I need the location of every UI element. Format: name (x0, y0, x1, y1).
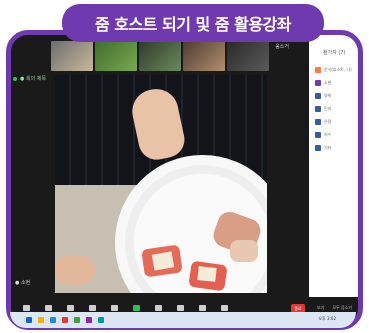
mic-icon (22, 304, 30, 311)
food-item (230, 240, 258, 262)
breakout-icon (176, 304, 184, 311)
participant-list-item[interactable]: 은정 (315, 119, 331, 125)
participant-thumbnail[interactable] (227, 41, 269, 71)
taskbar-app-icon[interactable] (50, 317, 56, 323)
taskbar-clock: 오후 3:02 (318, 316, 336, 321)
participant-thumbnail[interactable] (139, 41, 181, 71)
taskbar-app-icon[interactable] (74, 317, 80, 323)
taskbar-app-icon[interactable] (62, 317, 68, 323)
avatar-icon (315, 132, 321, 138)
participant-list-name: 민지 (324, 106, 332, 111)
participant-list-name: 준식(호스트, 나) (324, 67, 352, 72)
participant-thumbnails (51, 41, 269, 71)
meeting-status-text: ● 회의 제목 (20, 76, 46, 82)
share-screen-icon (132, 304, 140, 311)
participant-list-item[interactable]: 준식(호스트, 나) (315, 67, 352, 73)
video-icon (44, 304, 52, 311)
taskbar-app-icon[interactable] (98, 317, 104, 323)
banner-title: 줌 호스트 되기 및 줌 활용강좌 (95, 15, 292, 34)
participant-list-item[interactable]: 기타 (315, 145, 331, 151)
avatar-icon (315, 119, 321, 125)
participant-name: ● 소현 (15, 280, 31, 286)
participant-thumbnail[interactable] (183, 41, 225, 71)
meeting-status: ● 회의 제목 (13, 75, 46, 82)
taskbar: 오후 3:02 (10, 312, 356, 328)
zoom-meeting-area: 음소거 ● 회의 제목 ● 소현 (11, 35, 309, 297)
participant-thumbnail[interactable] (95, 41, 137, 71)
food-item (151, 251, 175, 271)
participant-list-name: 영희 (324, 93, 332, 98)
participant-list-item[interactable]: 지수 (315, 132, 331, 138)
people-icon (88, 304, 96, 311)
food-item (197, 266, 217, 282)
taskbar-app-icon[interactable] (86, 317, 92, 323)
course-banner: 줌 호스트 되기 및 줌 활용강좌 (62, 4, 324, 42)
participant-thumbnail[interactable] (51, 41, 93, 71)
participant-list-item[interactable]: 영희 (315, 93, 331, 99)
participant-list-name: 소현 (324, 80, 332, 85)
taskbar-app-icon[interactable] (26, 317, 32, 323)
shield-icon (66, 304, 74, 311)
avatar-icon (315, 93, 321, 99)
chat-icon (110, 304, 118, 311)
avatar-icon (315, 67, 321, 73)
reaction-icon (198, 304, 206, 311)
view-button[interactable]: 보기 (317, 305, 324, 311)
mute-all-button[interactable]: 모두 음소거 (332, 305, 352, 311)
avatar-icon (315, 80, 321, 86)
taskbar-app-icon[interactable] (38, 317, 44, 323)
screen-frame: 음소거 ● 회의 제목 ● 소현 참가자 (7) 준식(호스트, 나) 소현영희민… (6, 30, 363, 330)
participant-list-item[interactable]: 소현 (315, 80, 331, 86)
participants-panel: 참가자 (7) 준식(호스트, 나) 소현영희민지은정지수기타 (309, 35, 358, 297)
hand-scene (55, 255, 95, 285)
more-icon (220, 304, 228, 311)
main-video[interactable] (55, 75, 267, 293)
participant-list-name: 은정 (324, 119, 332, 124)
participant-list-name: 기타 (324, 145, 332, 150)
avatar-icon (315, 106, 321, 112)
mute-label: 음소거 (275, 44, 289, 50)
participant-list-item[interactable]: 민지 (315, 106, 331, 112)
participant-list-name: 지수 (324, 132, 332, 137)
panel-title: 참가자 (7) (323, 50, 346, 56)
toolbar-right: 보기 모두 음소거 (317, 305, 352, 311)
participant-name-label: ● 소현 (15, 279, 30, 286)
record-icon (154, 304, 162, 311)
status-dot-icon (13, 76, 17, 81)
avatar-icon (315, 145, 321, 151)
